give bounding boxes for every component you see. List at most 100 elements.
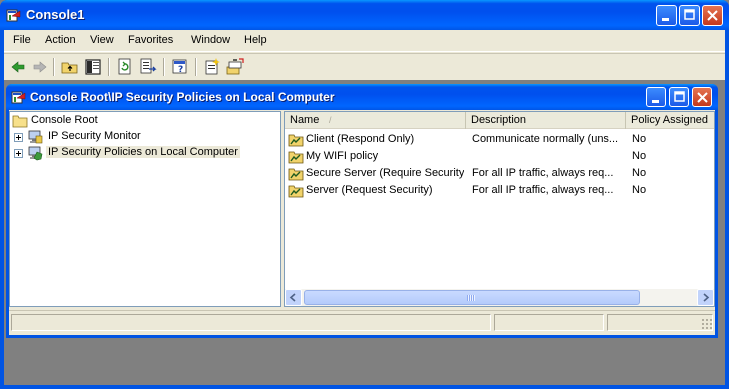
child-client-area: Console Root IP Security Monitor IP Secu…	[9, 110, 715, 335]
help-icon: ?	[172, 59, 187, 75]
policy-folder-icon	[288, 151, 304, 164]
menu-action[interactable]: Action	[45, 34, 76, 46]
list-row[interactable]: Server (Request Security) For all IP tra…	[285, 182, 714, 199]
status-bar	[9, 310, 715, 332]
close-icon	[707, 10, 718, 21]
status-panel	[494, 314, 604, 331]
help-button[interactable]: ?	[170, 57, 190, 77]
tree-label: IP Security Policies on Local Computer	[46, 146, 240, 158]
resize-grip[interactable]	[701, 318, 713, 330]
child-close-button[interactable]	[692, 87, 712, 107]
toolbar-separator	[53, 58, 55, 76]
policy-assigned: No	[632, 133, 647, 145]
column-label: Description	[471, 114, 527, 126]
chevron-left-icon	[289, 293, 296, 302]
policy-name: Client (Respond Only)	[306, 133, 415, 145]
ip-security-monitor-icon	[28, 130, 43, 144]
list-row[interactable]: My WIFI policy No	[285, 148, 714, 165]
tree-label: IP Security Monitor	[48, 130, 141, 142]
close-button[interactable]	[702, 5, 723, 26]
minimize-icon	[662, 18, 669, 21]
window-title: Console1	[26, 7, 85, 22]
menu-view[interactable]: View	[90, 34, 114, 46]
ip-security-policy-icon	[28, 146, 43, 161]
menu-file[interactable]: File	[13, 34, 31, 46]
show-hide-tree-icon	[85, 59, 101, 75]
policy-name: My WIFI policy	[306, 150, 379, 162]
status-panel	[11, 314, 491, 331]
column-header-name[interactable]: Name /	[285, 112, 466, 129]
child-title-bar[interactable]: Console Root\IP Security Policies on Loc…	[6, 84, 718, 110]
mmc-console-icon	[6, 9, 21, 22]
export-list-button[interactable]	[138, 57, 158, 77]
child-minimize-button[interactable]	[646, 87, 666, 107]
tree-expander[interactable]	[14, 149, 23, 158]
policy-assigned: No	[632, 150, 647, 162]
column-header-description[interactable]: Description	[466, 112, 626, 129]
tree-expander[interactable]	[14, 133, 23, 142]
horizontal-scrollbar[interactable]	[285, 289, 714, 306]
up-level-button[interactable]	[60, 57, 80, 77]
policy-folder-icon	[288, 168, 304, 181]
console-tree[interactable]: Console Root IP Security Monitor IP Secu…	[9, 111, 281, 307]
menu-help[interactable]: Help	[244, 34, 267, 46]
sort-indicator-icon: /	[329, 115, 332, 125]
close-icon	[697, 92, 708, 103]
create-policy-button[interactable]	[202, 57, 222, 77]
title-bar[interactable]: Console1	[0, 0, 729, 30]
policy-assigned: No	[632, 184, 647, 196]
maximize-icon	[684, 9, 695, 20]
results-list[interactable]: Name / Description Policy Assigned Clien…	[284, 111, 715, 307]
policy-name: Server (Request Security)	[306, 184, 433, 196]
mmc-console-icon	[11, 91, 26, 104]
tree-label: Console Root	[31, 114, 98, 126]
child-maximize-button[interactable]	[669, 87, 689, 107]
refresh-icon	[118, 58, 131, 75]
manage-filters-button[interactable]	[225, 57, 245, 77]
policy-description: For all IP traffic, always req...	[472, 184, 614, 196]
chevron-right-icon	[703, 293, 710, 302]
policy-folder-icon	[288, 134, 304, 147]
minimize-button[interactable]	[656, 5, 677, 26]
policy-description: For all IP traffic, always req...	[472, 167, 614, 179]
list-row[interactable]: Secure Server (Require Security) For all…	[285, 165, 714, 182]
export-list-icon	[140, 58, 157, 74]
child-window: Console Root\IP Security Policies on Loc…	[6, 84, 718, 338]
list-header: Name / Description Policy Assigned	[285, 112, 714, 129]
child-window-title: Console Root\IP Security Policies on Loc…	[30, 90, 335, 104]
toolbar-separator	[108, 58, 110, 76]
maximize-button[interactable]	[679, 5, 700, 26]
column-label: Name	[290, 114, 320, 126]
policy-description: Communicate normally (uns...	[472, 133, 619, 145]
toolbar-separator	[195, 58, 197, 76]
scroll-left-button[interactable]	[285, 289, 302, 306]
show-hide-tree-button[interactable]	[83, 57, 103, 77]
toolbar: ?	[4, 53, 725, 79]
refresh-button[interactable]	[115, 57, 135, 77]
menu-window[interactable]: Window	[191, 34, 230, 46]
client-area: File Action View Favorites Window Help ?…	[4, 30, 725, 385]
back-button[interactable]	[8, 57, 28, 77]
maximize-icon	[674, 91, 685, 102]
scroll-thumb[interactable]	[304, 290, 640, 305]
folder-icon	[12, 115, 28, 128]
console-window: Console1 File Action View Favorites Wind…	[0, 0, 729, 389]
manage-filters-icon	[226, 58, 244, 75]
svg-text:?: ?	[178, 65, 183, 75]
scroll-grip	[467, 295, 475, 301]
mdi-workspace: Console Root\IP Security Policies on Loc…	[4, 80, 725, 385]
menu-favorites[interactable]: Favorites	[128, 34, 173, 46]
forward-button[interactable]	[30, 57, 50, 77]
policy-assigned: No	[632, 167, 647, 179]
policy-folder-icon	[288, 185, 304, 198]
scroll-right-button[interactable]	[697, 289, 714, 306]
toolbar-separator	[163, 58, 165, 76]
menu-bar: File Action View Favorites Window Help	[4, 30, 725, 52]
up-folder-icon	[61, 62, 78, 74]
back-arrow-icon	[11, 61, 25, 73]
status-panel	[607, 314, 713, 331]
list-row[interactable]: Client (Respond Only) Communicate normal…	[285, 131, 714, 148]
column-header-policy-assigned[interactable]: Policy Assigned	[626, 112, 714, 129]
forward-arrow-icon	[33, 61, 47, 73]
minimize-icon	[652, 100, 659, 103]
